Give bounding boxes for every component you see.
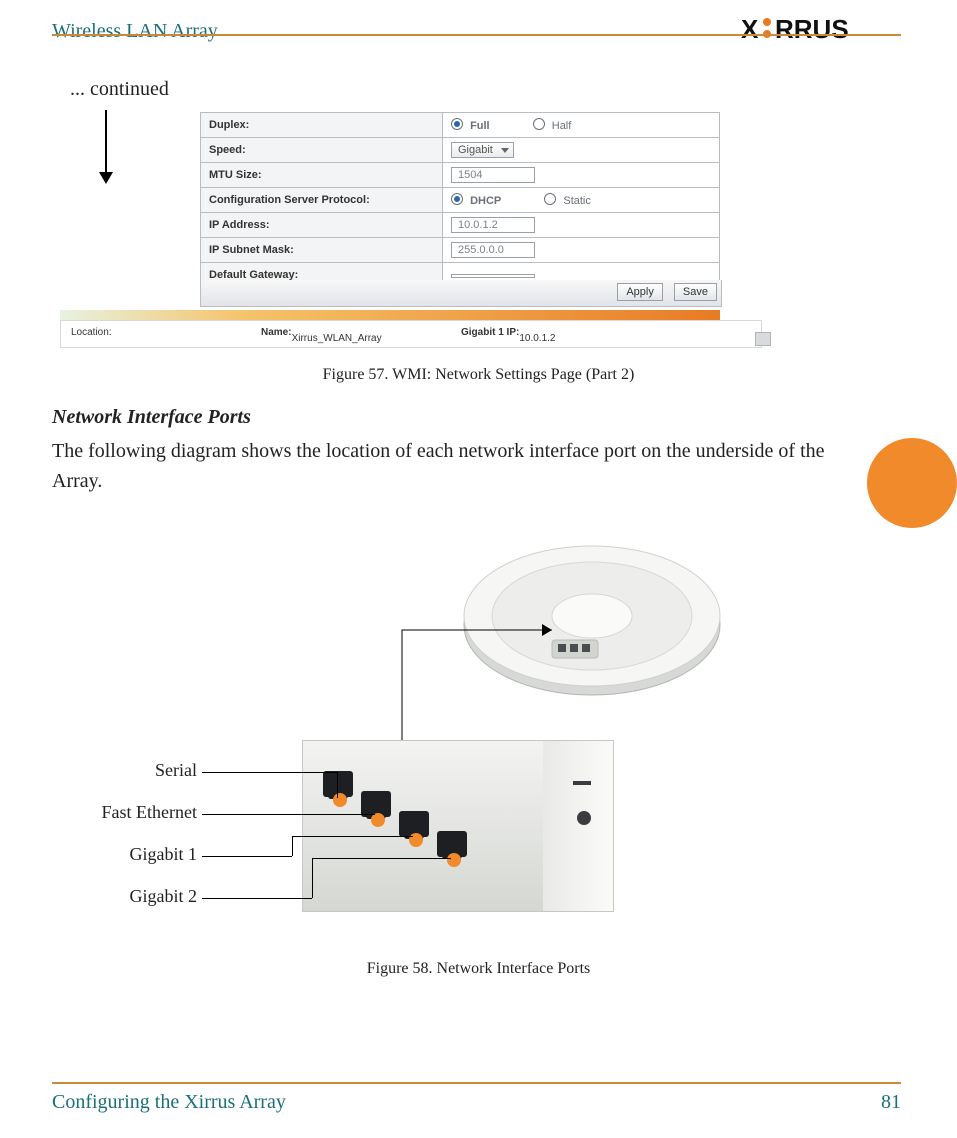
array-ports-closeup [302, 740, 614, 912]
side-panel [543, 741, 613, 911]
continued-label: ... continued [70, 78, 169, 101]
svg-text:X: X [741, 14, 759, 44]
radio-icon[interactable] [533, 118, 545, 130]
port-marker-icon [447, 853, 461, 867]
gateway-input[interactable] [451, 274, 535, 278]
wmi-status-bar: Location: Name: Xirrus_WLAN_Array Gigabi… [60, 320, 762, 348]
wmi-label: Duplex: [201, 113, 443, 138]
wmi-value: 10.0.1.2 [443, 213, 720, 238]
lead-line [292, 836, 413, 837]
xirrus-logo: X RRUS [741, 14, 901, 49]
footer-page-number: 81 [881, 1091, 901, 1114]
save-button[interactable]: Save [674, 283, 717, 301]
radio-icon[interactable] [451, 118, 463, 130]
wmi-value: 1504 [443, 163, 720, 188]
switch-mark-icon [573, 781, 591, 785]
label-fast-ethernet: Fast Ethernet [62, 802, 197, 823]
radio-icon[interactable] [544, 193, 556, 205]
lead-line [312, 858, 313, 898]
status-name: Name: Xirrus_WLAN_Array [261, 327, 292, 338]
figure-58-caption: Figure 58. Network Interface Ports [0, 960, 957, 978]
ports-diagram: Serial Fast Ethernet Gigabit 1 Gigabit 2 [52, 530, 812, 950]
lead-line [292, 836, 293, 856]
port-marker-icon [333, 793, 347, 807]
wmi-settings-table: Duplex: Full Half Speed: Gigabit MTU Siz… [200, 112, 720, 288]
switch-mark-icon [577, 811, 591, 825]
table-row: IP Subnet Mask: 255.0.0.0 [201, 238, 720, 263]
wmi-button-row: Apply Save [200, 280, 722, 307]
figure-57-caption: Figure 57. WMI: Network Settings Page (P… [0, 366, 957, 384]
subnet-mask-input[interactable]: 255.0.0.0 [451, 242, 535, 258]
radio-label: DHCP [470, 195, 501, 207]
apply-button[interactable]: Apply [617, 283, 663, 301]
port-marker-icon [371, 813, 385, 827]
lead-line [312, 858, 451, 859]
footer-section-title: Configuring the Xirrus Array [52, 1091, 286, 1114]
page: Wireless LAN Array X RRUS ... continued … [0, 0, 957, 1138]
footer-rule [52, 1082, 901, 1084]
lead-line [202, 856, 292, 857]
status-ip: Gigabit 1 IP: 10.0.1.2 [461, 327, 519, 338]
header-title: Wireless LAN Array [52, 20, 218, 43]
table-row: Configuration Server Protocol: DHCP Stat… [201, 188, 720, 213]
section-paragraph: The following diagram shows the location… [52, 436, 852, 496]
lead-line [202, 772, 337, 773]
radio-label: Static [563, 195, 591, 207]
wmi-value: DHCP Static [443, 188, 720, 213]
wmi-label: Configuration Server Protocol: [201, 188, 443, 213]
section-heading: Network Interface Ports [52, 406, 251, 429]
continued-arrow-icon [105, 110, 107, 182]
table-row: Duplex: Full Half [201, 113, 720, 138]
mtu-input[interactable]: 1504 [451, 167, 535, 183]
lead-line [202, 814, 375, 815]
wmi-label: Speed: [201, 138, 443, 163]
table-row: IP Address: 10.0.1.2 [201, 213, 720, 238]
speed-select[interactable]: Gigabit [451, 142, 514, 158]
ip-address-input[interactable]: 10.0.1.2 [451, 217, 535, 233]
table-row: Speed: Gigabit [201, 138, 720, 163]
wmi-label: IP Address: [201, 213, 443, 238]
lead-line [337, 772, 338, 798]
wmi-value: 255.0.0.0 [443, 238, 720, 263]
lead-line [202, 898, 312, 899]
label-gigabit-1: Gigabit 1 [92, 844, 197, 865]
table-row: MTU Size: 1504 [201, 163, 720, 188]
logo-text: RRUS [775, 14, 849, 44]
status-location-label: Location: [71, 327, 112, 338]
wmi-label: IP Subnet Mask: [201, 238, 443, 263]
header-rule [52, 34, 901, 36]
wmi-value: Gigabit [443, 138, 720, 163]
save-icon[interactable] [755, 332, 771, 346]
label-serial: Serial [82, 760, 197, 781]
wmi-value: Full Half [443, 113, 720, 138]
wmi-accent-bar [60, 310, 720, 320]
radio-label: Full [470, 120, 490, 132]
radio-icon[interactable] [451, 193, 463, 205]
radio-label: Half [552, 120, 572, 132]
label-gigabit-2: Gigabit 2 [92, 886, 197, 907]
wmi-label: MTU Size: [201, 163, 443, 188]
section-marker-icon [867, 438, 957, 528]
